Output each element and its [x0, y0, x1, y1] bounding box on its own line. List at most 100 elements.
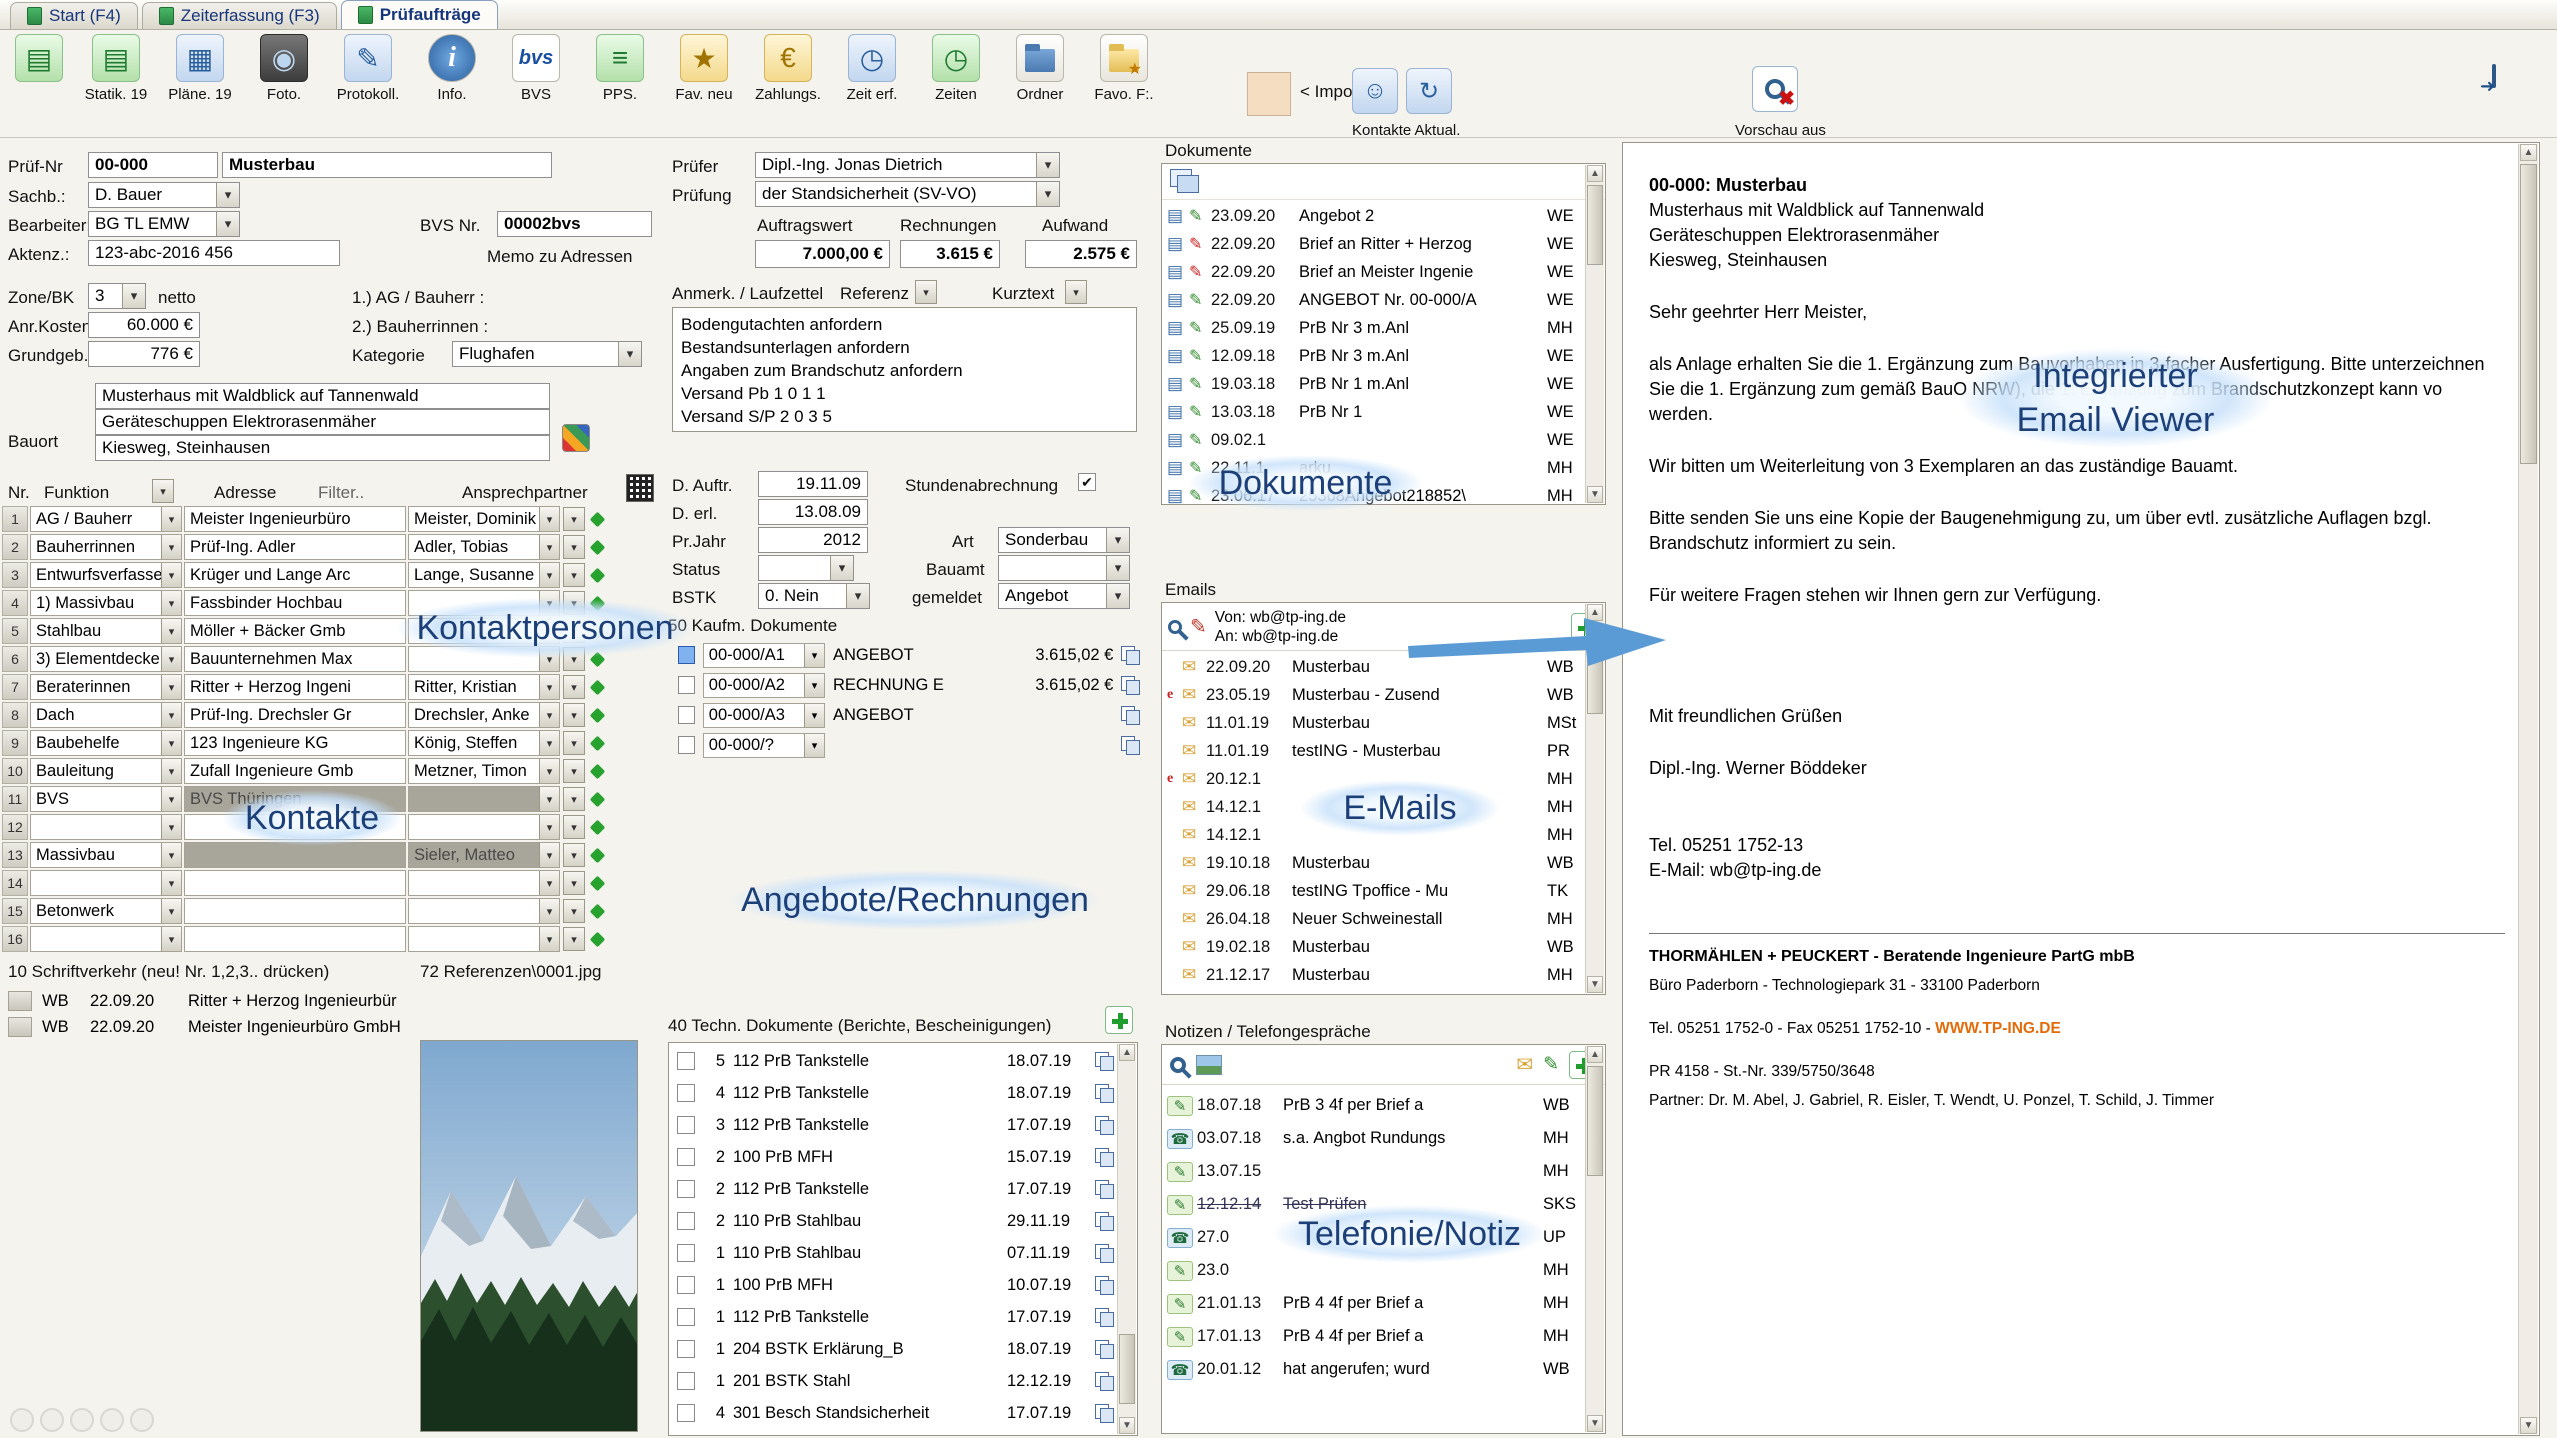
techn-checkbox[interactable]: [677, 1340, 695, 1358]
scroll-down-icon[interactable]: ▼: [1587, 1415, 1603, 1432]
scroll-down-icon[interactable]: ▼: [1119, 1417, 1135, 1434]
partner-combo[interactable]: Lange, Susanne: [408, 562, 560, 588]
funktion-combo[interactable]: [30, 926, 182, 952]
scroll-thumb[interactable]: [1587, 624, 1603, 714]
prufnr-input[interactable]: [88, 152, 218, 178]
email-row[interactable]: 19.10.18 Musterbau WB: [1162, 849, 1585, 877]
kaufm-row[interactable]: 00-000/A1 ANGEBOT 3.615,02 €: [668, 640, 1138, 670]
scroll-up-icon[interactable]: ▲: [1587, 604, 1603, 621]
techn-doc-row[interactable]: 2 110 PrB Stahlbau 29.11.19: [669, 1205, 1117, 1237]
partner-combo[interactable]: [408, 618, 560, 644]
kategorie-combo[interactable]: Flughafen: [452, 341, 642, 367]
scroll-thumb[interactable]: [1119, 1334, 1135, 1404]
adresse-cell[interactable]: Fassbinder Hochbau: [184, 590, 406, 616]
partner-combo[interactable]: [408, 590, 560, 616]
toolbar-button[interactable]: ★ Favo. F:.: [1082, 34, 1166, 103]
partner-combo[interactable]: Ritter, Kristian: [408, 674, 560, 700]
techn-doc-row[interactable]: 2 100 PrB MFH 15.07.19: [669, 1141, 1117, 1173]
document-row[interactable]: 19.03.18 PrB Nr 1 m.Anl WE: [1162, 370, 1585, 398]
footer-icon[interactable]: [100, 1408, 124, 1432]
tab[interactable]: Prüfaufträge: [341, 0, 498, 29]
row-combo[interactable]: [563, 675, 585, 699]
footer-icon[interactable]: [130, 1408, 154, 1432]
techn-checkbox[interactable]: [677, 1052, 695, 1070]
adresse-cell[interactable]: Meister Ingenieurbüro: [184, 506, 406, 532]
website-link[interactable]: WWW.TP-ING.DE: [1935, 1020, 2061, 1037]
toolbar-button[interactable]: ▤ Statik. 19: [74, 34, 158, 103]
row-combo[interactable]: [563, 899, 585, 923]
tab[interactable]: Zeiterfassung (F3): [142, 2, 337, 29]
note-row[interactable]: 12.12.14 Test Prüfen SKS: [1162, 1188, 1585, 1221]
partner-combo[interactable]: Drechsler, Anke: [408, 702, 560, 728]
scroll-up-icon[interactable]: ▲: [2520, 144, 2537, 161]
kaufm-row[interactable]: 00-000/A2 RECHNUNG E 3.615,02 €: [668, 670, 1138, 700]
rechnungen-input[interactable]: [900, 240, 1000, 268]
row-combo[interactable]: [563, 563, 585, 587]
row-combo[interactable]: [563, 591, 585, 615]
row-combo[interactable]: [563, 815, 585, 839]
email-row[interactable]: 19.02.18 Musterbau WB: [1162, 933, 1585, 961]
copy-icon[interactable]: [1095, 1308, 1113, 1326]
techn-doc-row[interactable]: 1 112 PrB Tankstelle 17.07.19: [669, 1301, 1117, 1333]
funktion-combo[interactable]: Bauherrinnen: [30, 534, 182, 560]
dauftr-input[interactable]: [758, 471, 868, 497]
row-combo[interactable]: [563, 535, 585, 559]
grundgeb-input[interactable]: [88, 341, 200, 367]
anmerk-textarea[interactable]: Bodengutachten anfordernBestandsunterlag…: [672, 307, 1137, 432]
document-row[interactable]: 23.09.20 Angebot 2 WE: [1162, 202, 1585, 230]
toolbar-button[interactable]: ◷ Zeit erf.: [830, 34, 914, 103]
prjahr-input[interactable]: [758, 527, 868, 553]
copy-icon[interactable]: [1095, 1084, 1113, 1102]
copy-icon[interactable]: [1095, 1212, 1113, 1230]
toolbar-button[interactable]: ✎ Protokoll.: [326, 34, 410, 103]
funktion-combo[interactable]: Baubehelfe: [30, 730, 182, 756]
scroll-up-icon[interactable]: ▲: [1587, 1046, 1603, 1063]
partner-combo[interactable]: Meister, Dominik: [408, 506, 560, 532]
partner-combo[interactable]: Adler, Tobias: [408, 534, 560, 560]
kaufm-row[interactable]: 00-000/A3 ANGEBOT: [668, 700, 1138, 730]
partner-combo[interactable]: Sieler, Matteo: [408, 842, 560, 868]
note-row[interactable]: 13.07.15 MH: [1162, 1155, 1585, 1188]
preview-off-icon[interactable]: ✖: [1752, 66, 1798, 112]
techn-doc-row[interactable]: 4 301 Besch Standsicherheit 17.07.19: [669, 1397, 1117, 1429]
techn-doc-row[interactable]: 1 100 PrB MFH 10.07.19: [669, 1269, 1117, 1301]
contact-row[interactable]: 6 3) Elementdecker Bauunternehmen Max: [2, 645, 658, 673]
row-combo[interactable]: [563, 619, 585, 643]
row-combo[interactable]: [563, 507, 585, 531]
bvsnr-input[interactable]: [497, 211, 652, 237]
kaufm-row[interactable]: 00-000/?: [668, 730, 1138, 760]
auftragswert-input[interactable]: [755, 240, 890, 268]
copy-icon[interactable]: [1095, 1340, 1113, 1358]
techn-checkbox[interactable]: [677, 1404, 695, 1422]
partner-combo[interactable]: [408, 646, 560, 672]
funktion-combo[interactable]: Betonwerk: [30, 898, 182, 924]
techn-checkbox[interactable]: [677, 1244, 695, 1262]
toolbar-button[interactable]: ◷ Zeiten: [914, 34, 998, 103]
contacts-filter-label[interactable]: Filter..: [318, 483, 364, 503]
exit-button[interactable]: [2492, 66, 2496, 87]
toolbar-button[interactable]: ▤: [4, 34, 74, 103]
note-row[interactable]: 27.0 UP: [1162, 1221, 1585, 1254]
techn-checkbox[interactable]: [677, 1148, 695, 1166]
emails-scrollbar[interactable]: ▲ ▼: [1585, 604, 1604, 993]
row-combo[interactable]: [563, 843, 585, 867]
scroll-down-icon[interactable]: ▼: [1587, 486, 1603, 503]
memo-link[interactable]: Memo zu Adressen: [487, 247, 633, 267]
dokumente-scrollbar[interactable]: ▲ ▼: [1585, 165, 1604, 503]
kaufm-checkbox[interactable]: [678, 706, 695, 724]
techn-checkbox[interactable]: [677, 1180, 695, 1198]
compose-icon[interactable]: [1190, 614, 1207, 639]
copy-icon[interactable]: [1095, 1052, 1113, 1070]
toolbar-button[interactable]: bvs BVS: [494, 34, 578, 103]
kaufm-code-combo[interactable]: 00-000/A2: [703, 673, 825, 698]
contact-row[interactable]: 4 1) Massivbau Fassbinder Hochbau: [2, 589, 658, 617]
note-row[interactable]: 03.07.18 s.a. Angbot Rundungs MH: [1162, 1122, 1585, 1155]
copy-icon[interactable]: [1095, 1404, 1113, 1422]
status-combo[interactable]: [758, 555, 854, 581]
scroll-up-icon[interactable]: ▲: [1587, 165, 1603, 182]
adresse-cell[interactable]: Zufall Ingenieure Gmb: [184, 758, 406, 784]
email-row[interactable]: 14.12.1 MH: [1162, 793, 1585, 821]
funktion-combo[interactable]: Massivbau: [30, 842, 182, 868]
aktenz-input[interactable]: [88, 240, 340, 266]
email-row[interactable]: 14.12.1 MH: [1162, 821, 1585, 849]
